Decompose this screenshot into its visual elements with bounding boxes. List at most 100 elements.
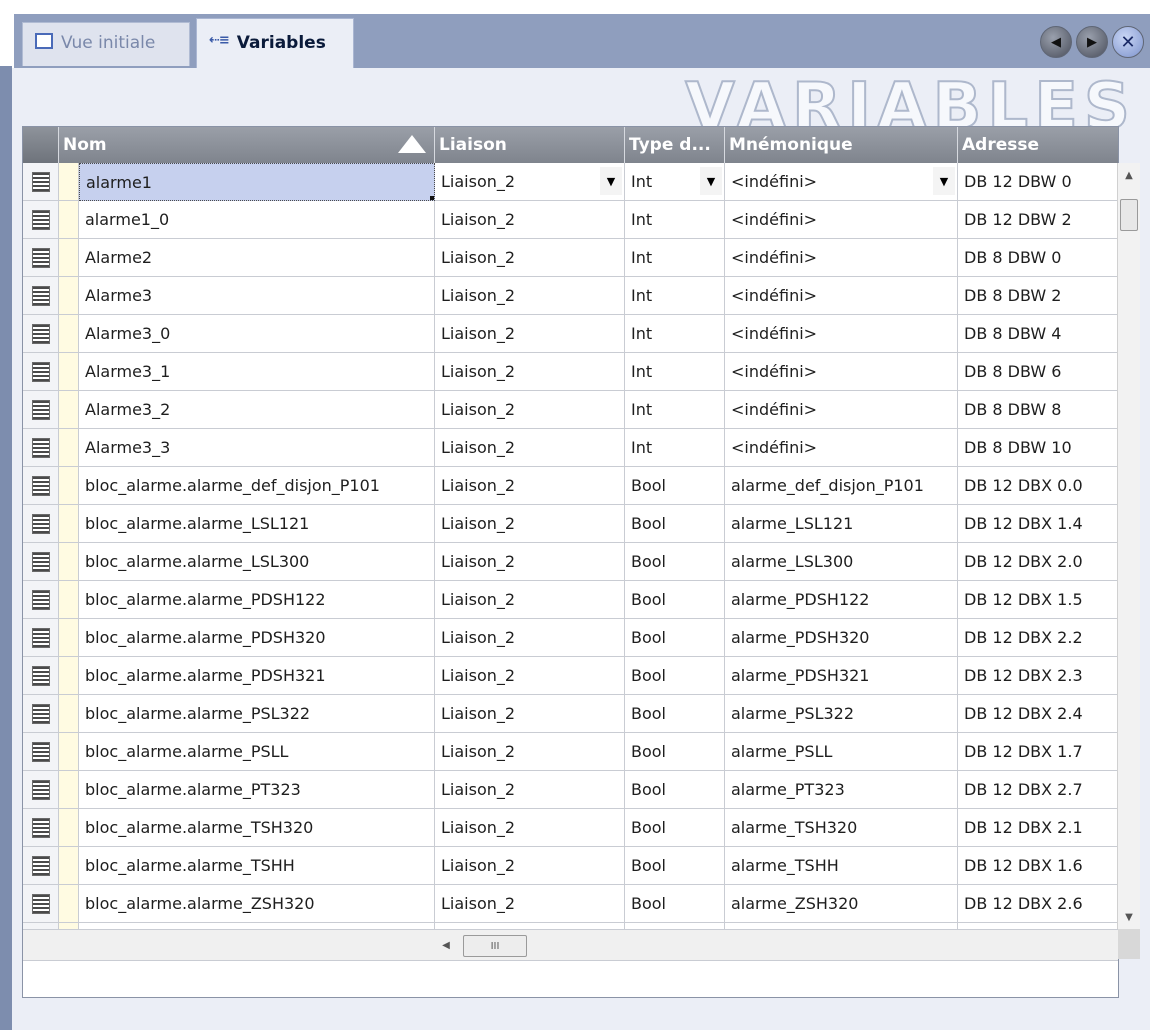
cell-liaison[interactable]: Liaison_2 <box>435 391 625 429</box>
cell-mnemonique[interactable]: alarme_ZSH320 <box>725 885 958 923</box>
column-header-adresse[interactable]: Adresse <box>958 127 1118 163</box>
row-selector[interactable] <box>59 543 79 581</box>
scroll-up-icon[interactable]: ▲ <box>1118 163 1140 187</box>
cell-adresse[interactable]: DB 12 DBX 2.2 <box>958 619 1118 657</box>
cell-liaison[interactable]: Liaison_2 <box>435 239 625 277</box>
cell-type[interactable]: Int <box>625 391 725 429</box>
cell-adresse[interactable]: DB 8 DBW 0 <box>958 239 1118 277</box>
row-handle[interactable] <box>23 429 59 467</box>
row-drag-icon[interactable] <box>31 893 50 914</box>
cell-liaison[interactable]: Liaison_2 <box>435 771 625 809</box>
column-header-liaison[interactable]: Liaison <box>435 127 625 163</box>
row-selector[interactable] <box>59 467 79 505</box>
cell-nom[interactable]: Alarme3 <box>79 277 435 315</box>
row-drag-icon[interactable] <box>31 247 50 268</box>
cell-mnemonique[interactable]: <indéfini> <box>725 277 958 315</box>
cell-type[interactable]: Bool <box>625 619 725 657</box>
scroll-down-icon[interactable]: ▼ <box>1118 905 1140 929</box>
row-drag-icon[interactable] <box>31 475 50 496</box>
row-handle[interactable] <box>23 733 59 771</box>
row-drag-icon[interactable] <box>31 665 50 686</box>
cell-type[interactable]: Int <box>625 353 725 391</box>
row-handle[interactable] <box>23 581 59 619</box>
cell-adresse[interactable]: DB 12 DBX 1.7 <box>958 733 1118 771</box>
cell-nom[interactable]: bloc_alarme.alarme_PSL322 <box>79 695 435 733</box>
cell-type[interactable]: Int <box>625 201 725 239</box>
cell-adresse[interactable]: DB 12 DBX 1.6 <box>958 847 1118 885</box>
cell-adresse[interactable]: DB 12 DBX 1.4 <box>958 505 1118 543</box>
table-row[interactable]: bloc_alarme.alarme_TSHH Liaison_2 Bool alar… <box>23 847 1118 885</box>
cell-type[interactable]: Int ▼ <box>625 163 725 201</box>
cell-liaison[interactable]: Liaison_2 <box>435 885 625 923</box>
row-selector[interactable] <box>59 657 79 695</box>
scroll-left-icon[interactable]: ◀ <box>435 934 457 956</box>
table-row[interactable]: bloc_alarme.alarme_PT323 Liaison_2 Bool ala… <box>23 771 1118 809</box>
cell-adresse[interactable]: DB 12 DBX 1.5 <box>958 581 1118 619</box>
row-drag-icon[interactable] <box>31 551 50 572</box>
row-drag-icon[interactable] <box>31 703 50 724</box>
cell-mnemonique[interactable]: alarme_PDSH122 <box>725 581 958 619</box>
cell-adresse[interactable]: DB 12 DBX 2.4 <box>958 695 1118 733</box>
table-row[interactable]: bloc_alarme.alarme_PDSH122 Liaison_2 Bool a… <box>23 581 1118 619</box>
previous-button[interactable]: ◀ <box>1040 26 1072 58</box>
table-row[interactable]: bloc_alarme.alarme_PDSH320 Liaison_2 Bool a… <box>23 619 1118 657</box>
dropdown-arrow-icon[interactable]: ▼ <box>700 167 722 195</box>
cell-mnemonique[interactable]: <indéfini> <box>725 391 958 429</box>
table-row[interactable]: bloc_alarme.alarme_ZSH320 Liaison_2 Bool al… <box>23 885 1118 923</box>
row-handle[interactable] <box>23 391 59 429</box>
cell-nom[interactable]: Alarme3_1 <box>79 353 435 391</box>
cell-type[interactable]: Int <box>625 277 725 315</box>
row-selector[interactable] <box>59 201 79 239</box>
row-selector[interactable] <box>59 885 79 923</box>
cell-adresse[interactable]: DB 12 DBX 2.6 <box>958 885 1118 923</box>
row-drag-icon[interactable] <box>31 437 50 458</box>
column-header-nom[interactable]: Nom <box>59 127 435 163</box>
cell-liaison[interactable]: Liaison_2 <box>435 543 625 581</box>
dropdown-arrow-icon[interactable]: ▼ <box>600 167 622 195</box>
table-row[interactable]: Alarme2 Liaison_2 Int <indéfini> DB 8 DBW 0 <box>23 239 1118 277</box>
row-selector[interactable] <box>59 429 79 467</box>
cell-nom[interactable]: Alarme3_2 <box>79 391 435 429</box>
table-row[interactable]: bloc_alarme.alarme_PDSH321 Liaison_2 Bool a… <box>23 657 1118 695</box>
row-selector[interactable] <box>59 353 79 391</box>
row-handle[interactable] <box>23 619 59 657</box>
cell-mnemonique[interactable]: alarme_def_disjon_P101 <box>725 467 958 505</box>
cell-adresse[interactable]: DB 12 DBX 2.1 <box>958 809 1118 847</box>
close-button[interactable]: ✕ <box>1112 26 1144 58</box>
row-selector[interactable] <box>59 277 79 315</box>
cell-nom[interactable]: Alarme2 <box>79 239 435 277</box>
row-drag-icon[interactable] <box>31 285 50 306</box>
table-row[interactable]: bloc_alarme.alarme_LSL121 Liaison_2 Bool al… <box>23 505 1118 543</box>
cell-nom[interactable]: bloc_alarme.alarme_PT323 <box>79 771 435 809</box>
table-row[interactable]: alarme1 Liaison_2 ▼ Int ▼ <indéfini> ▼ DB 12 DB… <box>23 163 1118 201</box>
cell-mnemonique[interactable]: <indéfini> <box>725 201 958 239</box>
table-row[interactable]: bloc_alarme.alarme_TSH320 Liaison_2 Bool al… <box>23 809 1118 847</box>
cell-nom[interactable]: bloc_alarme.alarme_LSL121 <box>79 505 435 543</box>
row-drag-icon[interactable] <box>31 399 50 420</box>
table-row[interactable]: bloc_alarme.alarme_PSL322 Liaison_2 Bool al… <box>23 695 1118 733</box>
table-row[interactable]: Alarme3_3 Liaison_2 Int <indéfini> DB 8 DBW … <box>23 429 1118 467</box>
cell-adresse[interactable]: DB 12 DBW 2 <box>958 201 1118 239</box>
table-row[interactable]: Alarme3_1 Liaison_2 Int <indéfini> DB 8 DBW … <box>23 353 1118 391</box>
row-drag-icon[interactable] <box>31 323 50 344</box>
cell-type[interactable]: Bool <box>625 505 725 543</box>
row-handle[interactable] <box>23 809 59 847</box>
cell-type[interactable]: Bool <box>625 771 725 809</box>
cell-mnemonique[interactable]: alarme_PSL322 <box>725 695 958 733</box>
cell-mnemonique[interactable]: alarme_LSL300 <box>725 543 958 581</box>
row-selector[interactable] <box>59 771 79 809</box>
cell-type[interactable]: Int <box>625 429 725 467</box>
cell-liaison[interactable]: Liaison_2 <box>435 505 625 543</box>
cell-liaison[interactable]: Liaison_2 <box>435 809 625 847</box>
horizontal-scrollbar[interactable]: ◀ III ▶ <box>435 934 1135 957</box>
cell-nom[interactable]: bloc_alarme.alarme_PDSH122 <box>79 581 435 619</box>
cell-mnemonique[interactable]: alarme_PT323 <box>725 771 958 809</box>
cell-mnemonique[interactable]: alarme_TSHH <box>725 847 958 885</box>
row-handle[interactable] <box>23 315 59 353</box>
cell-mnemonique[interactable]: alarme_LSL121 <box>725 505 958 543</box>
row-selector[interactable] <box>59 239 79 277</box>
row-selector[interactable] <box>59 695 79 733</box>
dropdown-arrow-icon[interactable]: ▼ <box>933 167 955 195</box>
table-row[interactable]: bloc_alarme.alarme_def_disjon_P101 Liaiso… <box>23 467 1118 505</box>
cell-mnemonique[interactable]: alarme_PDSH320 <box>725 619 958 657</box>
